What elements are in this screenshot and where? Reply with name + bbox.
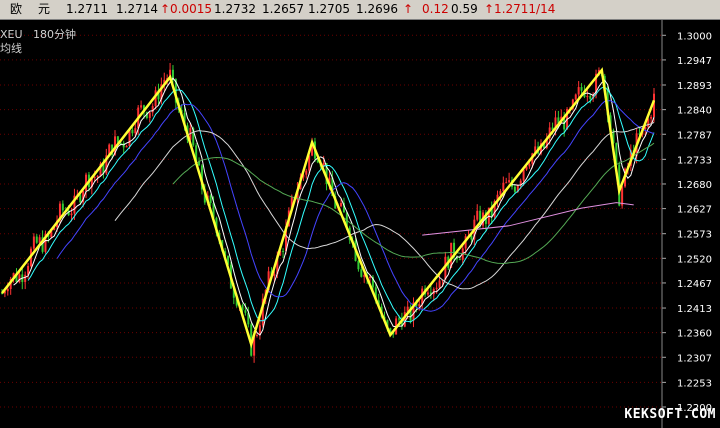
candle-body [35,236,38,243]
candle-body [470,235,473,240]
candle-body [151,106,154,113]
quote-change: ↑0.0015 [160,2,213,16]
candle-body [209,195,212,204]
candle-body [305,170,308,175]
candle-body [369,276,372,278]
candle-body [340,202,343,207]
candle-body [70,213,73,216]
indicator-label: 均线 [0,42,22,55]
candle-body [589,96,592,99]
y-tick-label: 1.2573 [677,230,712,241]
candle-body [148,112,151,119]
quote-pct: 0.12 [422,2,449,16]
candle-body [580,87,583,91]
y-tick-label: 1.2627 [677,205,712,216]
watermark: KEKSOFT.COM [624,407,716,422]
y-tick-label: 1.2253 [677,378,712,389]
quote-prev: 1.2696 [356,2,398,16]
y-tick-label: 1.2467 [677,279,712,290]
candle-body [273,274,276,277]
ma-line-60 [172,142,655,265]
candle-body [586,96,589,98]
period-label: 180分钟 [33,28,77,41]
candle-body [140,105,143,108]
candle-body [131,129,134,134]
candle-body [502,182,505,192]
candle-body [79,194,82,203]
instrument-name-part2: 元 [38,2,51,16]
candle-body [513,186,516,192]
candle-body [6,289,9,292]
candle-body [128,129,131,146]
y-tick-label: 1.2787 [677,130,712,141]
y-tick-label: 1.2947 [677,56,712,67]
candle-body [418,304,421,307]
candle-body [32,236,35,249]
candle-body [528,163,531,167]
y-tick-label: 1.2680 [677,180,712,191]
candle-body [574,94,577,100]
candle-body [522,169,525,181]
candle-body [621,186,624,206]
candle-body [458,259,461,261]
quote-bar: 欧 元 1.2711 1.2714 ↑0.0015 1.2732 1.2657 … [0,0,720,20]
quote-amplitude: 0.59 [451,2,478,16]
candle-body [476,210,479,220]
candle-body [96,175,99,178]
y-tick-label: 1.2520 [677,254,712,265]
y-tick-label: 1.2733 [677,155,712,166]
instrument-name-part1: 欧 [10,2,23,16]
candle-body [435,287,438,290]
candle-body [505,182,508,184]
candle-body [397,318,400,320]
candle-body [256,334,259,336]
y-tick-label: 1.2360 [677,329,712,340]
candle-body [244,310,247,313]
pink-line [422,202,634,236]
quote-open: 1.2732 [214,2,256,16]
candle-body [360,269,363,277]
candle-body [577,87,580,95]
quote-date-price: ↑1.2711/14 [484,2,556,16]
candle-body [438,280,441,288]
candle-body [134,128,137,134]
quote-low: 1.2657 [262,2,304,16]
candle-body [61,203,64,211]
y-tick-label: 1.2840 [677,106,712,117]
chart-area[interactable]: 1.3000 1.2947 1.2893 1.2840 1.2787 1.2733 1.26… [0,20,720,428]
candle-body [282,250,285,252]
candle-body [93,177,96,179]
y-tick-label: 1.3000 [677,31,712,42]
quote-bid: 1.2714 [116,2,158,16]
candle-body [24,274,27,282]
quote-high: 1.2705 [308,2,350,16]
y-tick-label: 1.2307 [677,353,712,364]
candle-body [125,145,128,148]
candle-body [508,180,511,183]
quote-arrow: ↑ [403,2,414,16]
y-tick-label: 1.2893 [677,81,712,92]
candle-body [357,260,360,270]
quote-close: 1.2711 [66,2,108,16]
candle-body [426,292,429,295]
price-chart[interactable]: 1.3000 1.2947 1.2893 1.2840 1.2787 1.2733 1.26… [0,20,720,428]
y-tick-label: 1.2413 [677,304,712,315]
candle-body [650,116,653,119]
candle-body [499,191,502,195]
